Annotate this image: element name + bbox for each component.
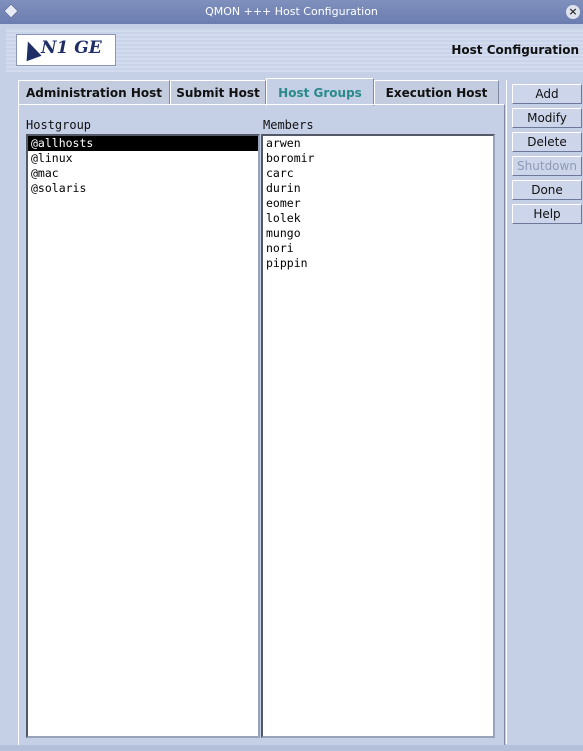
list-item[interactable]: boromir — [263, 151, 493, 166]
hostgroup-label: Hostgroup — [26, 118, 92, 132]
modify-button[interactable]: Modify — [512, 108, 582, 128]
members-list[interactable]: arwen boromir carc durin eomer lolek mun… — [261, 134, 495, 738]
hostgroup-list[interactable]: @allhosts @linux @mac @solaris — [26, 134, 260, 738]
window-title: QMON +++ Host Configuration — [205, 5, 378, 18]
logo-text: N1 GE — [41, 38, 102, 58]
n1ge-logo: N1 GE — [16, 34, 116, 66]
tab-execution-host[interactable]: Execution Host — [374, 80, 499, 105]
star-logo-icon — [20, 38, 42, 62]
members-label: Members — [263, 118, 314, 132]
list-item[interactable]: lolek — [263, 211, 493, 226]
done-button[interactable]: Done — [512, 180, 582, 200]
tab-administration-host[interactable]: Administration Host — [18, 80, 170, 105]
title-bar: QMON +++ Host Configuration × — [0, 0, 583, 24]
add-button[interactable]: Add — [512, 84, 582, 104]
list-item[interactable]: pippin — [263, 256, 493, 271]
shutdown-button[interactable]: Shutdown — [512, 156, 582, 176]
delete-button[interactable]: Delete — [512, 132, 582, 152]
list-item[interactable]: durin — [263, 181, 493, 196]
header: N1 GE Host Configuration — [6, 28, 583, 72]
list-item[interactable]: nori — [263, 241, 493, 256]
list-item[interactable]: @mac — [28, 166, 258, 181]
list-item[interactable]: @linux — [28, 151, 258, 166]
list-item[interactable]: mungo — [263, 226, 493, 241]
window-bottom-border — [0, 745, 583, 751]
list-item[interactable]: arwen — [263, 136, 493, 151]
tab-host-groups[interactable]: Host Groups — [266, 78, 374, 106]
action-button-column: Add Modify Delete Shutdown Done Help — [506, 80, 583, 744]
list-item[interactable]: @allhosts — [28, 136, 258, 151]
list-item[interactable]: @solaris — [28, 181, 258, 196]
tab-submit-host[interactable]: Submit Host — [170, 80, 266, 105]
list-item[interactable]: carc — [263, 166, 493, 181]
close-icon[interactable]: × — [566, 5, 580, 19]
page-title: Host Configuration — [451, 43, 579, 57]
help-button[interactable]: Help — [512, 204, 582, 224]
list-item[interactable]: eomer — [263, 196, 493, 211]
